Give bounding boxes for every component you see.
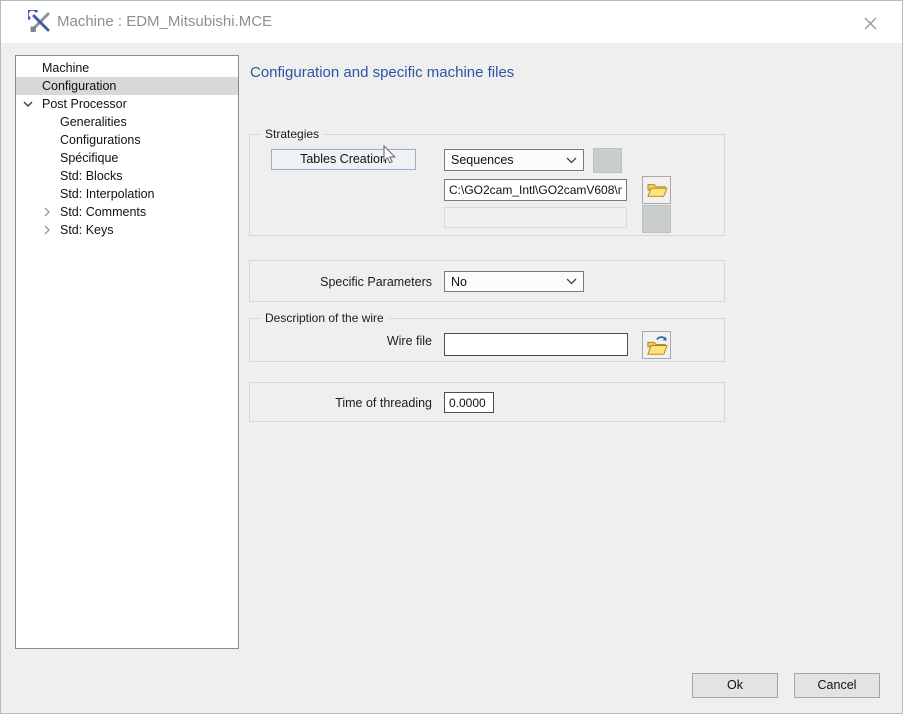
tree-item-label: Std: Interpolation <box>60 187 155 201</box>
tree-item-std-comments[interactable]: Std: Comments <box>16 203 238 221</box>
chevron-right-icon[interactable] <box>44 225 50 235</box>
page-title: Configuration and specific machine files <box>250 64 514 81</box>
chevron-right-icon[interactable] <box>44 207 50 217</box>
threading-time-group: Time of threading <box>249 382 725 422</box>
secondary-aux-button[interactable] <box>642 205 671 233</box>
open-folder-icon <box>646 181 668 199</box>
close-icon[interactable] <box>856 9 884 37</box>
wire-file-label: Wire file <box>250 319 440 363</box>
open-file-folder-icon <box>646 335 668 356</box>
tree-item-sp-cifique[interactable]: Spécifique <box>16 149 238 167</box>
tree-item-configurations[interactable]: Configurations <box>16 131 238 149</box>
specific-parameters-dropdown[interactable]: No <box>444 271 584 292</box>
tree-item-std-blocks[interactable]: Std: Blocks <box>16 167 238 185</box>
machine-dialog-window: Machine : EDM_Mitsubishi.MCE Machine Conf… <box>0 0 903 714</box>
tree-item-label: Spécifique <box>60 151 118 165</box>
tree-item-configuration[interactable]: Configuration <box>16 77 238 95</box>
cancel-button[interactable]: Cancel <box>794 673 880 698</box>
window-title: Machine : EDM_Mitsubishi.MCE <box>57 1 272 43</box>
strategy-path-field[interactable] <box>444 179 627 201</box>
dialog-content: Machine Configuration Post Processor Genera… <box>1 43 902 713</box>
tree-item-label: Generalities <box>60 115 127 129</box>
tree-item-label: Configurations <box>60 133 141 147</box>
tree-item-label: Post Processor <box>42 97 127 111</box>
secondary-strategy-field <box>444 207 627 228</box>
tree-item-label: Machine <box>42 61 89 75</box>
tree-item-label: Configuration <box>42 79 116 93</box>
sequences-dropdown-value: Sequences <box>451 153 514 167</box>
tree-item-label: Std: Comments <box>60 205 146 219</box>
sequences-dropdown[interactable]: Sequences <box>444 149 584 171</box>
browse-wire-file-button[interactable] <box>642 331 671 359</box>
chevron-down-icon <box>566 278 577 285</box>
strategies-aux-button[interactable] <box>593 148 622 173</box>
specific-parameters-value: No <box>451 275 467 289</box>
title-bar: Machine : EDM_Mitsubishi.MCE <box>1 1 902 43</box>
tables-creation-button[interactable]: Tables Creation <box>271 149 416 170</box>
specific-parameters-label: Specific Parameters <box>250 261 440 303</box>
strategies-group: Strategies Tables Creation Sequences <box>249 134 725 236</box>
ok-button[interactable]: Ok <box>692 673 778 698</box>
navigation-tree: Machine Configuration Post Processor Genera… <box>15 55 239 649</box>
tree-item-machine[interactable]: Machine <box>16 59 238 77</box>
wire-file-field[interactable] <box>444 333 628 356</box>
browse-strategy-file-button[interactable] <box>642 176 671 204</box>
tree-item-std-keys[interactable]: Std: Keys <box>16 221 238 239</box>
threading-time-field[interactable] <box>444 392 494 413</box>
specific-parameters-group: Specific Parameters No <box>249 260 725 302</box>
tree-item-label: Std: Keys <box>60 223 114 237</box>
strategies-group-label: Strategies <box>260 127 324 141</box>
tools-icon <box>28 10 52 34</box>
tree-item-post-processor[interactable]: Post Processor <box>16 95 238 113</box>
chevron-down-icon[interactable] <box>23 101 33 107</box>
chevron-down-icon <box>566 157 577 164</box>
wire-description-group: Description of the wire Wire file <box>249 318 725 362</box>
threading-time-label: Time of threading <box>250 383 440 423</box>
tree-item-label: Std: Blocks <box>60 169 123 183</box>
tree-item-std-interpolation[interactable]: Std: Interpolation <box>16 185 238 203</box>
tree-item-generalities[interactable]: Generalities <box>16 113 238 131</box>
